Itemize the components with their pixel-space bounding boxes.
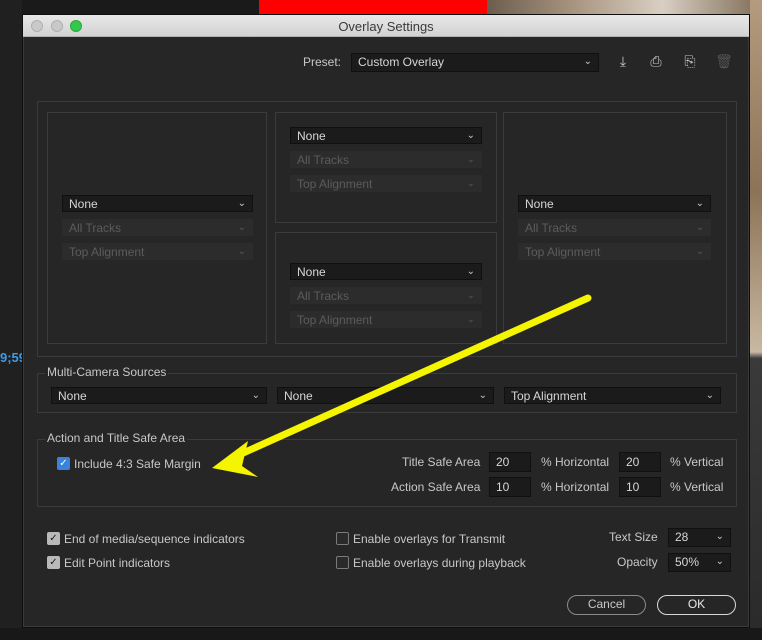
annotation-arrow [212,294,592,477]
annotation-arrow-shaft [228,294,592,462]
